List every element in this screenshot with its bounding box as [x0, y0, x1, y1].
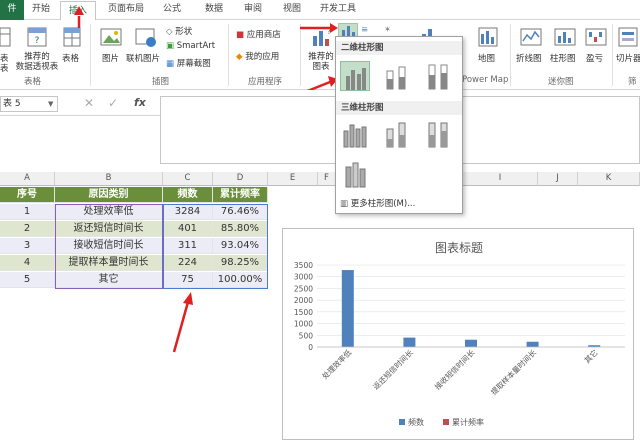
table-cell[interactable]: 3: [0, 238, 55, 254]
y-tick-label: 500: [299, 331, 314, 340]
y-tick-label: 0: [308, 343, 313, 352]
bar-frequency: [403, 337, 416, 347]
clustered-column-icon[interactable]: [340, 61, 370, 91]
column-header-j[interactable]: J: [538, 172, 578, 186]
3d-percent-stacked-column-icon[interactable]: [424, 119, 454, 149]
y-tick-label: 1500: [294, 308, 313, 317]
table-cell[interactable]: 接收短信时间长: [55, 238, 163, 254]
column-header-b[interactable]: B: [55, 172, 163, 186]
table-cell[interactable]: 1: [0, 204, 55, 220]
y-tick-label: 1000: [294, 320, 313, 329]
stacked-column-icon[interactable]: [382, 61, 412, 91]
y-tick-label: 3000: [294, 273, 313, 282]
x-tick-label: 接收短信时间长: [432, 347, 477, 392]
dropdown-3d-header: 三维柱形图: [336, 101, 462, 115]
legend-label-cumulative: 累计频率: [452, 417, 484, 427]
legend-swatch-frequency: [399, 419, 405, 425]
arrow-insert-head: [74, 6, 84, 15]
column-header-f[interactable]: F: [318, 172, 336, 186]
table-cell[interactable]: 75: [163, 272, 213, 288]
column-header-d[interactable]: D: [213, 172, 268, 186]
column-header-k[interactable]: K: [578, 172, 640, 186]
column-header-e[interactable]: E: [268, 172, 318, 186]
header-cell-index[interactable]: 序号: [0, 187, 55, 203]
table-cell[interactable]: 401: [163, 221, 213, 237]
header-cell-cumulative[interactable]: 累计频率: [213, 187, 268, 203]
insert-function-icon[interactable]: fx: [134, 96, 146, 109]
x-tick-label: 其它: [582, 347, 600, 365]
x-tick-label: 返还短信时间长: [371, 347, 416, 392]
table-cell[interactable]: 其它: [55, 272, 163, 288]
3d-stacked-column-icon[interactable]: [382, 119, 412, 149]
chart-plot: 3500 3000 2500 2000 1500 1000 500 0 处理效率低 返还短信时间长…: [294, 261, 625, 427]
legend-label-frequency: 频数: [408, 417, 424, 427]
name-box-dropdown-icon[interactable]: ▼: [48, 100, 53, 108]
column-chart-dropdown: 二维柱形图 三维柱形图 ▥ 更多柱形图(M)...: [335, 36, 463, 214]
3d-column-icon[interactable]: [340, 159, 370, 189]
bar-frequency: [526, 341, 539, 347]
bar-frequency: [341, 270, 354, 347]
arrow-data-head: [183, 292, 193, 305]
dropdown-2d-header: 二维柱形图: [336, 41, 462, 55]
x-tick-label: 提取样本量时间长: [489, 347, 539, 397]
arrow-chart-head: [330, 23, 338, 33]
y-tick-label: 2500: [294, 284, 313, 293]
table-cell[interactable]: 4: [0, 255, 55, 271]
table-cell[interactable]: 2: [0, 221, 55, 237]
x-tick-label: 处理效率低: [320, 347, 354, 381]
table-cell[interactable]: 93.04%: [213, 238, 268, 254]
table-cell[interactable]: 3284: [163, 204, 213, 220]
table-cell[interactable]: 提取样本量时间长: [55, 255, 163, 271]
y-tick-label: 3500: [294, 261, 313, 270]
arrow-data: [172, 301, 190, 353]
more-charts-icon: ▥: [340, 199, 351, 209]
column-header-i[interactable]: I: [463, 172, 538, 186]
table-cell[interactable]: 98.25%: [213, 255, 268, 271]
y-tick-label: 2000: [294, 296, 313, 305]
table-cell[interactable]: 85.80%: [213, 221, 268, 237]
table-cell[interactable]: 返还短信时间长: [55, 221, 163, 237]
more-column-charts-label: 更多柱形图(M)...: [350, 199, 416, 209]
header-cell-frequency[interactable]: 频数: [163, 187, 213, 203]
percent-stacked-column-icon[interactable]: [424, 61, 454, 91]
table-cell[interactable]: 100.00%: [213, 272, 268, 288]
bar-frequency: [465, 339, 477, 347]
table-cell[interactable]: 处理效率低: [55, 204, 163, 220]
cancel-icon[interactable]: ✕: [84, 96, 94, 110]
3d-clustered-column-icon[interactable]: [340, 119, 370, 149]
legend-swatch-cumulative: [443, 419, 449, 425]
column-header-c[interactable]: C: [163, 172, 213, 186]
table-cell[interactable]: 5: [0, 272, 55, 288]
table-cell[interactable]: 311: [163, 238, 213, 254]
table-cell[interactable]: 224: [163, 255, 213, 271]
more-column-charts-item[interactable]: ▥ 更多柱形图(M)...: [340, 197, 415, 209]
enter-icon[interactable]: ✓: [108, 96, 118, 110]
table-cell[interactable]: 76.46%: [213, 204, 268, 220]
header-cell-category[interactable]: 原因类别: [55, 187, 163, 203]
chart-area[interactable]: 图表标题 3500 3000 2500 2000 1500 1000 500 0 处理效率低 返还…: [282, 228, 634, 440]
column-header-a[interactable]: A: [0, 172, 55, 186]
